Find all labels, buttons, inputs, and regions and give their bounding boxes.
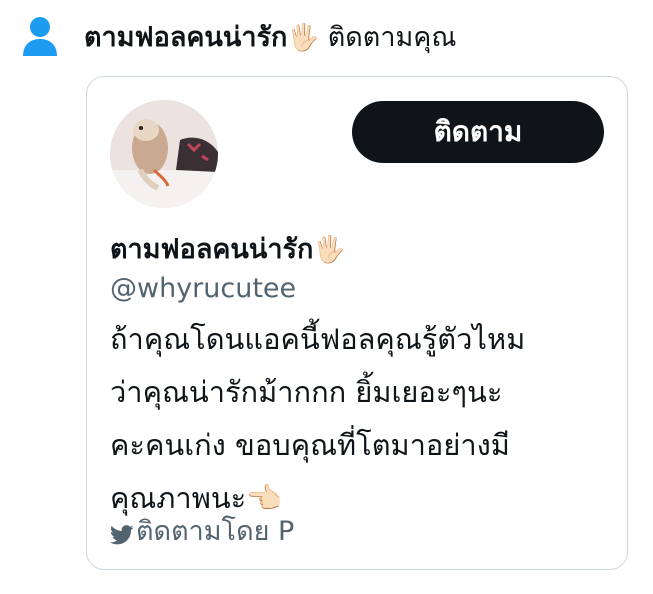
avatar[interactable]	[110, 100, 218, 208]
user-handle[interactable]: @whyrucutee	[110, 273, 296, 304]
followed-by[interactable]: ติดตามโดย P	[109, 509, 295, 552]
raised-hand-emoji: 🖐🏻	[313, 235, 346, 265]
notification-user-name[interactable]: ตามฟอลคนน่ารัก	[84, 22, 287, 53]
notification-text: ตามฟอลคนน่ารัก🖐🏻 ติดตามคุณ	[84, 15, 456, 58]
user-card[interactable]: ติดตาม ตามฟอลคนน่ารัก🖐🏻 @whyrucutee ถ้าค…	[86, 76, 628, 570]
follow-notification[interactable]: ตามฟอลคนน่ารัก🖐🏻 ติดตามคุณ	[22, 14, 643, 58]
notification-action: ติดตามคุณ	[327, 21, 457, 53]
bio-line: ว่าคุณน่ารักม้ากกก ยิ้มเยอะๆนะ	[110, 375, 503, 409]
bird-icon	[109, 521, 134, 544]
person-icon	[22, 16, 58, 56]
bio-line: คะคนเก่ง ขอบคุณที่โตมาอย่างมี	[110, 428, 510, 462]
follow-button[interactable]: ติดตาม	[352, 101, 604, 163]
user-bio: ถ้าคุณโดนแอคนี้ฟอลคุณรู้ตัวไหม ว่าคุณน่า…	[110, 313, 615, 525]
raised-hand-emoji: 🖐🏻	[287, 22, 320, 53]
display-name[interactable]: ตามฟอลคนน่ารัก🖐🏻	[110, 227, 346, 270]
followed-by-text: ติดตามโดย P	[136, 516, 295, 547]
bio-line: ถ้าคุณโดนแอคนี้ฟอลคุณรู้ตัวไหม	[110, 322, 526, 356]
display-name-text: ตามฟอลคนน่ารัก	[110, 234, 314, 265]
